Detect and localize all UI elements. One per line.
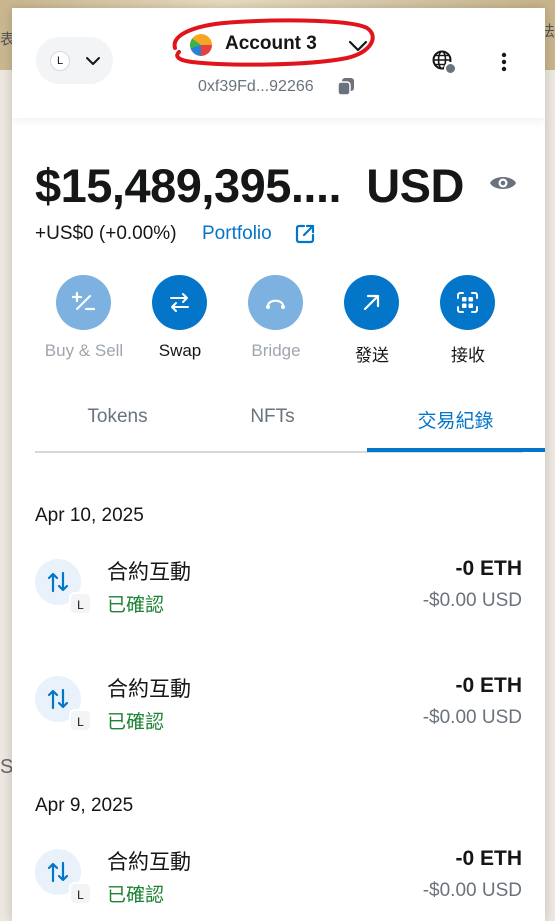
buy-sell-button[interactable]: Buy & Sell xyxy=(39,275,129,370)
account-address: 0xf39Fd...92266 xyxy=(198,78,314,95)
receive-label: 接收 xyxy=(451,346,485,365)
tab-tokens[interactable]: Tokens xyxy=(40,406,195,428)
transaction-fiat: -$0.00 USD xyxy=(422,590,522,611)
activity-date: Apr 10, 2025 xyxy=(35,505,144,526)
transaction-status: 已確認 xyxy=(107,885,165,906)
transaction-amount: -0 ETH xyxy=(455,674,522,697)
balance-change: +US$0 (+0.00%) xyxy=(35,223,177,244)
transaction-title: 合約互動 xyxy=(107,851,191,874)
transaction-row[interactable]: L 合約互動 已確認 -0 ETH -$0.00 USD xyxy=(12,674,545,756)
external-link-icon[interactable] xyxy=(294,223,316,245)
network-badge: L xyxy=(69,709,92,732)
qr-receive-icon xyxy=(440,275,495,330)
account-name: Account 3 xyxy=(225,33,317,54)
network-picker-button[interactable]: L xyxy=(36,37,113,84)
bridge-icon xyxy=(248,275,303,330)
swap-arrows-icon xyxy=(152,275,207,330)
transaction-amount: -0 ETH xyxy=(455,847,522,870)
buy-sell-label: Buy & Sell xyxy=(44,341,124,360)
receive-button[interactable]: 接收 xyxy=(423,275,513,370)
swap-label: Swap xyxy=(158,341,202,360)
balance-value: $15,489,395.... xyxy=(35,159,342,212)
transaction-fiat: -$0.00 USD xyxy=(422,707,522,728)
transaction-title: 合約互動 xyxy=(107,678,191,701)
send-arrow-icon xyxy=(344,275,399,330)
send-label: 發送 xyxy=(355,346,389,365)
network-badge: L xyxy=(69,592,92,615)
transaction-status: 已確認 xyxy=(107,595,165,616)
active-tab-indicator xyxy=(367,448,545,452)
chevron-down-icon xyxy=(86,57,100,65)
globe-icon[interactable] xyxy=(431,49,457,75)
tab-activity[interactable]: 交易紀錄 xyxy=(378,406,533,433)
balance-currency: USD xyxy=(366,159,464,212)
plus-minus-icon xyxy=(56,275,111,330)
network-badge: L xyxy=(50,51,70,71)
swap-button[interactable]: Swap xyxy=(135,275,225,370)
balance-amount: $15,489,395.... USD xyxy=(35,158,464,213)
tab-bar: Tokens NFTs 交易紀錄 xyxy=(35,393,545,453)
transaction-status: 已確認 xyxy=(107,712,165,733)
account-picker-button[interactable]: Account 3 xyxy=(190,30,380,60)
transaction-row[interactable]: L 合約互動 已確認 -0 ETH -$0.00 USD xyxy=(12,847,545,921)
activity-date: Apr 9, 2025 xyxy=(35,795,134,816)
transaction-fiat: -$0.00 USD xyxy=(422,880,522,901)
send-button[interactable]: 發送 xyxy=(327,275,417,370)
eye-icon[interactable] xyxy=(489,173,517,193)
account-avatar xyxy=(190,34,212,56)
network-badge: L xyxy=(69,882,92,905)
transaction-amount: -0 ETH xyxy=(455,557,522,580)
bridge-button[interactable]: Bridge xyxy=(231,275,321,370)
tab-nfts[interactable]: NFTs xyxy=(195,406,350,428)
copy-icon[interactable] xyxy=(336,76,356,96)
app-header: L Account 3 0xf39Fd...92266 xyxy=(12,8,545,118)
transaction-row[interactable]: L 合約互動 已確認 -0 ETH -$0.00 USD xyxy=(12,557,545,639)
bridge-label: Bridge xyxy=(251,341,301,360)
transaction-title: 合約互動 xyxy=(107,561,191,584)
more-vertical-icon[interactable] xyxy=(496,50,512,74)
chevron-down-icon xyxy=(348,40,368,52)
portfolio-link[interactable]: Portfolio xyxy=(202,223,272,245)
wallet-popup: L Account 3 0xf39Fd...92266 $15,489,395.… xyxy=(12,8,545,921)
